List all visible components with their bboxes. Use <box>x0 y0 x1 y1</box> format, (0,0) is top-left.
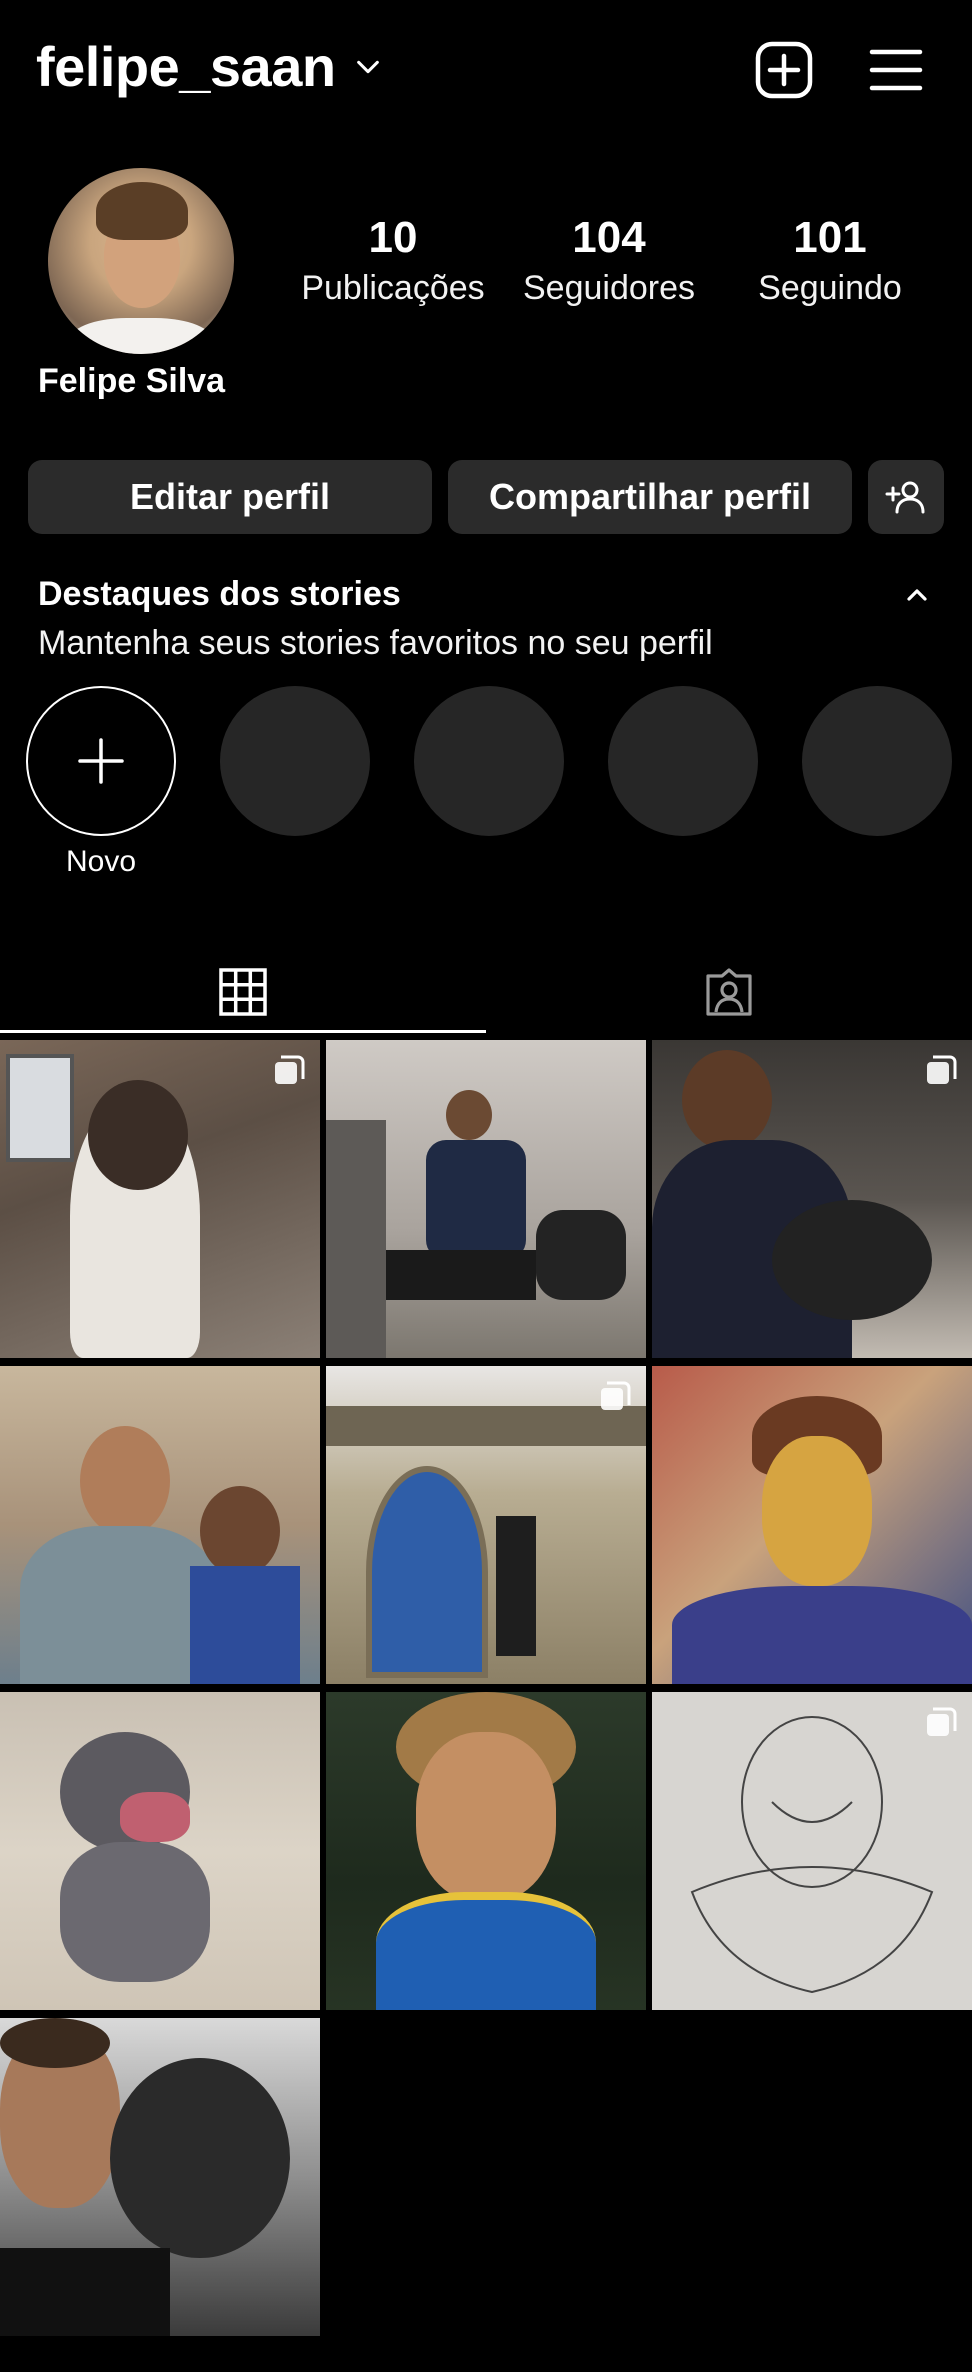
multiple-photos-icon <box>927 1707 957 1736</box>
post-thumbnail-church-door[interactable] <box>326 1366 646 1684</box>
tab-tagged[interactable] <box>486 950 972 1034</box>
plus-icon <box>78 738 124 784</box>
tab-posts-grid[interactable] <box>0 950 486 1034</box>
grid-icon <box>219 968 267 1016</box>
avatar[interactable] <box>48 168 234 354</box>
highlights-title: Destaques dos stories <box>38 575 401 613</box>
highlight-placeholder <box>802 686 952 836</box>
stat-value: 101 <box>793 213 867 262</box>
new-highlight-label: Novo <box>65 845 137 878</box>
new-highlight-button[interactable] <box>26 686 176 836</box>
full-name: Felipe Silva <box>38 362 226 400</box>
stat-followers[interactable]: 104 Seguidores <box>504 210 714 310</box>
stat-posts[interactable]: 10 Publicações <box>288 210 498 310</box>
username: felipe_saan <box>36 35 336 98</box>
multiple-photos-icon <box>927 1055 957 1084</box>
post-thumbnail-restroom-selfie[interactable] <box>326 1040 646 1358</box>
multiple-photos-icon <box>601 1381 631 1410</box>
discover-people-button[interactable] <box>868 460 944 534</box>
stat-label: Publicações <box>301 269 485 307</box>
share-profile-button[interactable]: Compartilhar perfil <box>448 460 852 534</box>
post-thumbnail-stylized-portrait[interactable] <box>652 1366 972 1684</box>
highlight-placeholder <box>220 686 370 836</box>
stat-value: 10 <box>368 213 418 262</box>
hamburger-menu-icon[interactable] <box>864 38 928 102</box>
post-thumbnail-selfie-statue[interactable] <box>0 2018 320 2336</box>
chevron-up-icon[interactable] <box>900 582 934 608</box>
chevron-down-icon <box>356 60 379 73</box>
post-thumbnail-grey-dog[interactable] <box>0 1692 320 2010</box>
multiple-photos-icon <box>275 1055 305 1084</box>
post-thumbnail-clown-drawing[interactable] <box>652 1692 972 2010</box>
post-thumbnail-man-with-dog[interactable] <box>652 1040 972 1358</box>
highlight-placeholder <box>414 686 564 836</box>
stat-label: Seguindo <box>758 269 902 307</box>
post-thumbnail-cat[interactable] <box>0 1040 320 1358</box>
stat-value: 104 <box>572 213 646 262</box>
highlights-subtitle: Mantenha seus stories favoritos no seu p… <box>38 624 713 662</box>
username-switcher[interactable]: felipe_saan <box>36 34 382 99</box>
post-thumbnail-child[interactable] <box>326 1692 646 2010</box>
tagged-user-icon <box>706 968 752 1016</box>
profile-header: felipe_saan <box>0 0 972 140</box>
edit-profile-button[interactable]: Editar perfil <box>28 460 432 534</box>
profile-stats: 10 Publicações 104 Seguidores 101 Seguin… <box>280 210 930 330</box>
highlight-placeholder <box>608 686 758 836</box>
post-thumbnail-group-selfie[interactable] <box>0 1366 320 1684</box>
active-tab-indicator <box>0 1030 486 1033</box>
add-square-icon[interactable] <box>752 38 816 102</box>
stat-label: Seguidores <box>522 269 695 307</box>
stat-following[interactable]: 101 Seguindo <box>725 210 935 310</box>
add-person-icon <box>885 481 925 514</box>
